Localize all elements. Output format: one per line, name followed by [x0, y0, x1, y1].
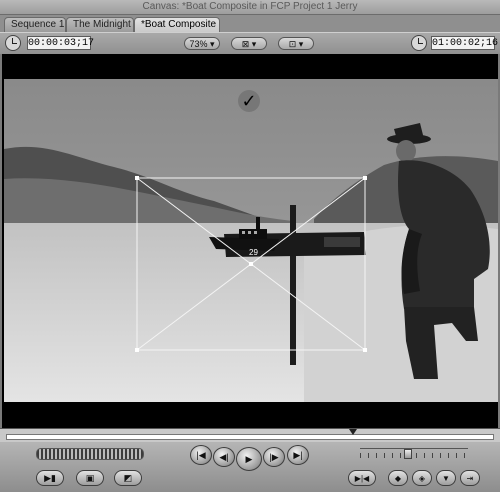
canvas-controls-bar: 00:00:03;17 73% ▾ ⊠ ▾ ⊡ ▾ 01:00:02;16 [0, 32, 500, 55]
mark-in-button[interactable]: ⇥ [460, 470, 480, 486]
previous-edit-icon: ◀| [219, 451, 229, 462]
overlay-popup[interactable]: ⊡ ▾ [278, 37, 314, 50]
clock-icon [5, 35, 21, 51]
add-keyframe-button[interactable]: ◈ [412, 470, 432, 486]
next-edit-button[interactable]: |▶ [263, 447, 285, 467]
wireframe-handle[interactable] [135, 348, 139, 352]
playhead[interactable] [349, 429, 357, 435]
zoom-value: 73% [189, 39, 208, 49]
overwrite-button[interactable]: ▣ [76, 470, 104, 486]
add-marker-button[interactable]: ▼ [436, 470, 456, 486]
canvas-viewer[interactable]: 29 ✓ [0, 54, 500, 428]
add-keyframe-icon: ◈ [418, 473, 426, 483]
insert-button[interactable]: ▶▮ [36, 470, 64, 486]
signpost-text [324, 237, 360, 247]
view-popup[interactable]: ⊠ ▾ [231, 37, 267, 50]
chevron-down-icon: ▾ [210, 39, 215, 49]
chevron-down-icon: ▾ [251, 39, 257, 49]
wireframe-handle[interactable] [363, 176, 367, 180]
wireframe-track-label: 29 [249, 248, 258, 257]
previous-edit-button[interactable]: ◀| [213, 447, 235, 467]
scrubber-track[interactable] [6, 434, 494, 440]
match-frame-icon: ▶|◀ [354, 473, 370, 483]
go-to-out-icon: ▶| [293, 449, 303, 460]
boat-smokestack [256, 217, 260, 230]
current-timecode-field[interactable]: 01:00:02;16 [431, 36, 498, 50]
scrubber-bar[interactable] [0, 428, 500, 442]
mark-clip-icon: ◆ [394, 473, 402, 483]
shuttle-control[interactable] [36, 448, 144, 460]
man-face [396, 140, 416, 162]
tab-boat-composite[interactable]: *Boat Composite [134, 17, 220, 32]
window-title: Canvas: *Boat Composite in FCP Project 1… [142, 1, 358, 12]
tab-sequence-1[interactable]: Sequence 1 [4, 17, 66, 32]
wireframe-handle[interactable] [135, 176, 139, 180]
insert-icon: ▶▮ [44, 472, 56, 483]
canvas-window: Canvas: *Boat Composite in FCP Project 1… [0, 0, 500, 492]
jog-knob[interactable] [404, 449, 412, 459]
overlay-icon: ⊡ [288, 39, 297, 49]
next-edit-icon: |▶ [269, 451, 279, 462]
video-frame[interactable]: 29 [4, 79, 498, 402]
boat-hull [209, 237, 279, 251]
mark-in-icon: ⇥ [466, 473, 474, 483]
add-marker-icon: ▼ [442, 473, 450, 483]
play-icon: ▶ [245, 453, 253, 464]
checkmark-icon: ✓ [238, 90, 260, 112]
go-to-in-button[interactable]: |◀ [190, 445, 212, 465]
transport-controls: |◀ ◀| ▶ |▶ ▶| ▶▮ ▣ ◩ ▶|◀ ◆ ◈ ▼ ⇥ [0, 442, 500, 492]
jog-control[interactable] [360, 448, 468, 459]
match-frame-button[interactable]: ▶|◀ [348, 470, 376, 486]
replace-icon: ◩ [123, 472, 133, 483]
view-mode-icon: ⊠ [241, 39, 250, 49]
wireframe-center-handle[interactable] [249, 262, 253, 266]
tab-bar: Sequence 1 The Midnight *Boat Composite [0, 15, 500, 32]
mark-clip-button[interactable]: ◆ [388, 470, 408, 486]
window-title-bar[interactable]: Canvas: *Boat Composite in FCP Project 1… [0, 0, 500, 15]
go-to-out-button[interactable]: ▶| [287, 445, 309, 465]
tab-the-midnight[interactable]: The Midnight [66, 17, 134, 32]
wireframe-handle[interactable] [363, 348, 367, 352]
zoom-popup[interactable]: 73% ▾ [184, 37, 220, 50]
signpost-pole [290, 205, 296, 365]
replace-button[interactable]: ◩ [114, 470, 142, 486]
clock-icon [411, 35, 427, 51]
play-button[interactable]: ▶ [236, 447, 262, 471]
chevron-down-icon: ▾ [298, 39, 304, 49]
overwrite-icon: ▣ [85, 472, 95, 483]
go-to-in-icon: |◀ [196, 449, 206, 460]
duration-timecode-field[interactable]: 00:00:03;17 [27, 36, 94, 50]
